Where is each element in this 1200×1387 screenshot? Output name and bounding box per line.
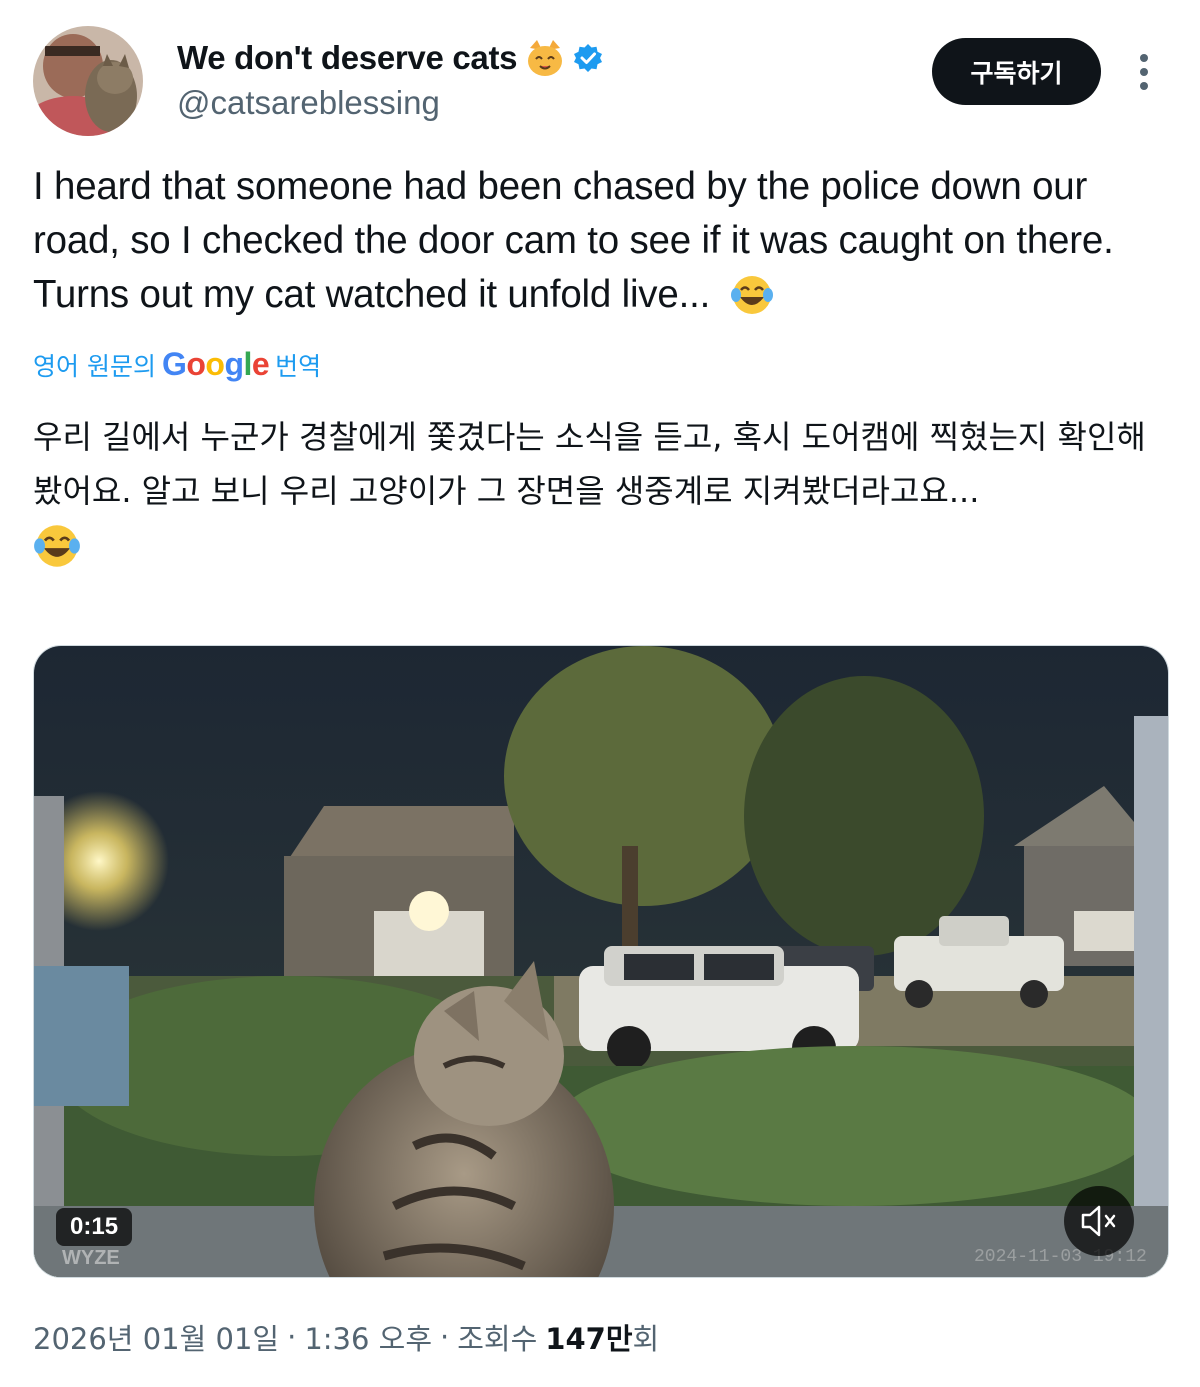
tears-of-joy-emoji-icon bbox=[34, 525, 80, 567]
author-display-name[interactable]: We don't deserve cats bbox=[177, 39, 518, 77]
muted-speaker-icon bbox=[1081, 1205, 1116, 1237]
translated-text: 우리 길에서 누군가 경찰에게 쫓겼다는 소식을 듣고, 혹시 도어캠에 찍혔는… bbox=[33, 410, 1173, 586]
tweet-body: I heard that someone had been chased by … bbox=[33, 165, 1114, 316]
translated-body: 우리 길에서 누군가 경찰에게 쫓겼다는 소식을 듣고, 혹시 도어캠에 찍혔는… bbox=[33, 418, 1146, 510]
tears-of-joy-emoji-icon bbox=[730, 276, 773, 314]
translation-suffix: 번역 bbox=[275, 351, 322, 381]
tweet-meta: 2026년 01월 01일 · 1:36 오후 · 조회수 147만 회 bbox=[33, 1316, 659, 1358]
views-count: 147만 bbox=[545, 1322, 633, 1356]
subscribe-button[interactable]: 구독하기 bbox=[932, 38, 1101, 105]
video-duration-badge: 0:15 bbox=[56, 1208, 133, 1246]
google-logo: Google bbox=[161, 346, 270, 382]
tweet-time[interactable]: 1:36 오후 bbox=[304, 1316, 432, 1358]
svg-text:2024-11-03 19:12: 2024-11-03 19:12 bbox=[974, 1247, 1147, 1267]
tweet-date[interactable]: 2026년 01월 01일 bbox=[33, 1316, 279, 1358]
tweet-text: I heard that someone had been chased by … bbox=[33, 160, 1173, 322]
translation-attribution[interactable]: 영어 원문의 Google 번역 bbox=[33, 346, 321, 383]
video-player[interactable]: 2024-11-03 19:12 WYZE 0:15 bbox=[33, 645, 1169, 1278]
cat-face-emoji-icon bbox=[528, 40, 563, 76]
views-suffix: 회 bbox=[632, 1322, 660, 1356]
more-options-icon[interactable] bbox=[1130, 52, 1158, 92]
mute-button[interactable] bbox=[1064, 1186, 1134, 1256]
views-label: 조회수 bbox=[457, 1322, 538, 1356]
author-name-row[interactable]: We don't deserve cats bbox=[177, 38, 603, 78]
avatar[interactable] bbox=[33, 26, 143, 136]
verified-badge-icon bbox=[574, 44, 603, 72]
translation-prefix: 영어 원문의 bbox=[33, 351, 156, 381]
author-handle[interactable]: @catsareblessing bbox=[177, 84, 440, 122]
svg-text:WYZE: WYZE bbox=[62, 1247, 120, 1269]
meta-separator: · bbox=[440, 1320, 450, 1354]
video-frame: 2024-11-03 19:12 WYZE bbox=[34, 646, 1168, 1277]
meta-separator: · bbox=[287, 1320, 297, 1354]
